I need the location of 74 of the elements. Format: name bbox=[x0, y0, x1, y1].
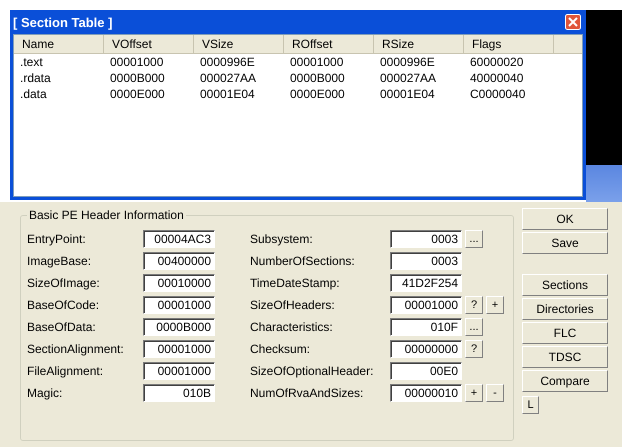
value-field[interactable]: 00E0 bbox=[390, 362, 462, 380]
value-field[interactable]: 41D2F254 bbox=[390, 274, 462, 292]
value-field[interactable]: 0003 bbox=[390, 230, 462, 248]
table-cell-text: 000027AA bbox=[199, 70, 258, 86]
close-icon[interactable] bbox=[565, 14, 581, 30]
small-button[interactable]: ... bbox=[465, 318, 483, 336]
dialog-button[interactable]: Sections bbox=[522, 274, 608, 296]
field-label: FileAlignment: bbox=[27, 364, 104, 378]
dialog-button[interactable]: FLC bbox=[522, 322, 608, 344]
table-cell-text: 0000E000 bbox=[109, 86, 166, 102]
window-title: [ Section Table ] bbox=[13, 14, 112, 30]
column-header[interactable]: RSize bbox=[374, 35, 464, 53]
field-label: BaseOfData: bbox=[27, 320, 97, 334]
table-cell-text: 0000996E bbox=[199, 54, 256, 70]
table-cell-text: 00001000 bbox=[289, 54, 344, 70]
value-field[interactable]: 010F bbox=[390, 318, 462, 336]
table-cell-text: 00001000 bbox=[109, 54, 164, 70]
value-field[interactable]: 00001000 bbox=[143, 296, 215, 314]
field-label: EntryPoint: bbox=[27, 232, 87, 246]
field-label: NumberOfSections: bbox=[250, 254, 356, 268]
value-field[interactable]: 0003 bbox=[390, 252, 462, 270]
dialog-button[interactable]: Save bbox=[522, 232, 608, 254]
table-cell-text: 40000040 bbox=[469, 70, 524, 86]
column-header[interactable]: Flags bbox=[464, 35, 554, 53]
field-label: BaseOfCode: bbox=[27, 298, 100, 312]
table-cell-text: 000027AA bbox=[379, 70, 438, 86]
table-cell-text: 0000996E bbox=[379, 54, 436, 70]
table-cell-text: .text bbox=[19, 54, 44, 70]
small-button[interactable]: ... bbox=[465, 230, 483, 248]
column-header[interactable]: ROffset bbox=[284, 35, 374, 53]
value-field[interactable]: 00004AC3 bbox=[143, 230, 215, 248]
value-field[interactable]: 00001000 bbox=[143, 340, 215, 358]
table-cell-text: 00001E04 bbox=[379, 86, 436, 102]
field-label: SizeOfOptionalHeader: bbox=[250, 364, 374, 378]
column-header[interactable]: VSize bbox=[194, 35, 284, 53]
small-button[interactable]: - bbox=[486, 384, 504, 402]
small-button[interactable]: + bbox=[486, 296, 504, 314]
value-field[interactable]: 0000B000 bbox=[143, 318, 215, 336]
table-cell-text: .data bbox=[19, 86, 48, 102]
small-button[interactable]: + bbox=[465, 384, 483, 402]
field-label: Subsystem: bbox=[250, 232, 314, 246]
field-label: ImageBase: bbox=[27, 254, 92, 268]
field-label: SectionAlignment: bbox=[27, 342, 125, 356]
field-label: Checksum: bbox=[250, 342, 312, 356]
dialog-button[interactable]: TDSC bbox=[522, 346, 608, 368]
field-label: TimeDateStamp: bbox=[250, 276, 341, 290]
value-field[interactable]: 00010000 bbox=[143, 274, 215, 292]
column-header[interactable]: Name bbox=[14, 35, 104, 53]
value-field[interactable]: 00001000 bbox=[143, 362, 215, 380]
field-label: Characteristics: bbox=[250, 320, 334, 334]
dialog-button[interactable]: Directories bbox=[522, 298, 608, 320]
table-cell-text: 0000B000 bbox=[289, 70, 346, 86]
dialog-button[interactable]: OK bbox=[522, 208, 608, 230]
value-field[interactable]: 010B bbox=[143, 384, 215, 402]
small-button[interactable]: L bbox=[522, 396, 539, 414]
field-label: SizeOfImage: bbox=[27, 276, 101, 290]
table-cell-text: 0000B000 bbox=[109, 70, 166, 86]
field-label: SizeOfHeaders: bbox=[250, 298, 336, 312]
value-field[interactable]: 00001000 bbox=[390, 296, 462, 314]
column-header[interactable]: VOffset bbox=[104, 35, 194, 53]
field-label: NumOfRvaAndSizes: bbox=[250, 386, 364, 400]
value-field[interactable]: 00000010 bbox=[390, 384, 462, 402]
group-title: Basic PE Header Information bbox=[28, 208, 185, 222]
table-cell-text: 00001E04 bbox=[199, 86, 256, 102]
table-cell-text: 0000E000 bbox=[289, 86, 346, 102]
table-cell-text: C0000040 bbox=[469, 86, 526, 102]
table-cell-text: 60000020 bbox=[469, 54, 524, 70]
dialog-button[interactable]: Compare bbox=[522, 370, 608, 392]
field-label: Magic: bbox=[27, 386, 64, 400]
value-field[interactable]: 00400000 bbox=[143, 252, 215, 270]
small-button[interactable]: ? bbox=[465, 296, 483, 314]
value-field[interactable]: 00000000 bbox=[390, 340, 462, 358]
table-cell-text: .rdata bbox=[19, 70, 52, 86]
small-button[interactable]: ? bbox=[465, 340, 483, 358]
